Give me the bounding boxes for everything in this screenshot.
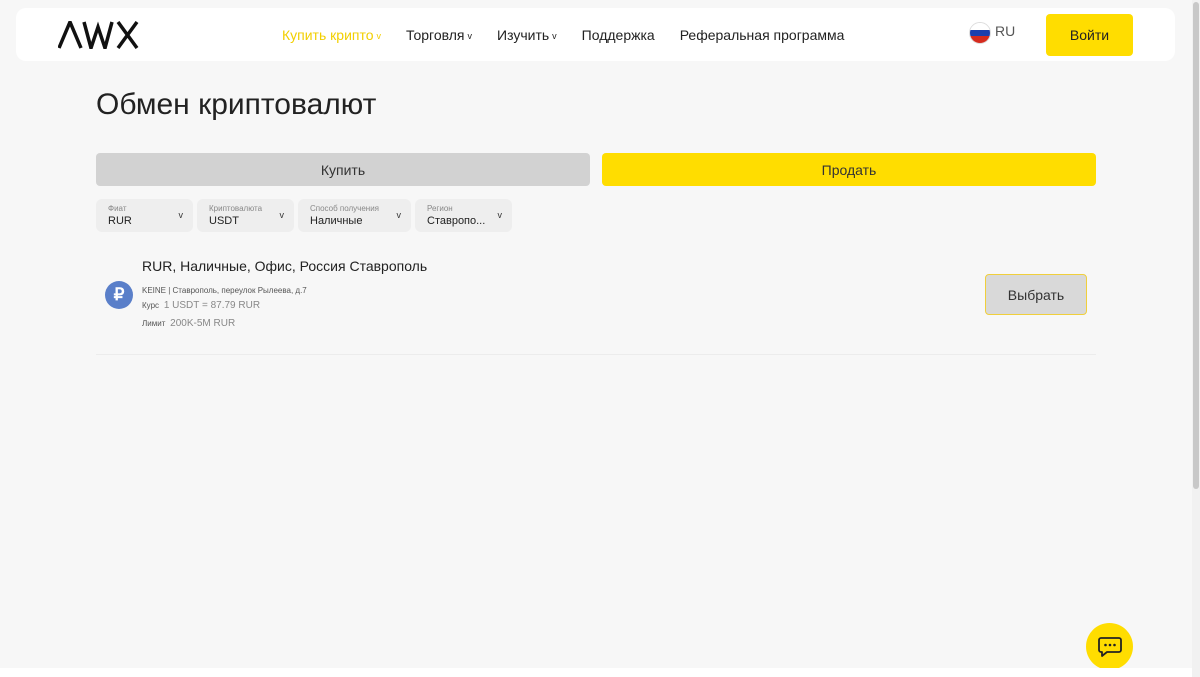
chevron-down-icon: v — [279, 210, 285, 220]
filter-value: Ставропо... — [427, 215, 486, 227]
filter-label: Криптовалюта — [209, 204, 263, 213]
payment-method-filter[interactable]: Способ получения Наличные v — [298, 199, 411, 232]
nav-item-label: Реферальная программа — [679, 26, 845, 43]
language-code: RU — [995, 23, 1016, 39]
offer-rate-value: 1 USDT = 87.79 RUR — [163, 300, 261, 311]
chevron-down-icon: v — [178, 210, 184, 220]
chevron-down-icon: v — [467, 30, 473, 41]
crypto-filter[interactable]: Криптовалюта USDT v — [197, 199, 294, 232]
offer-limit-label: Лимит — [142, 319, 166, 328]
filter-value: RUR — [108, 215, 132, 227]
offer-rate-label: Курс — [142, 301, 160, 310]
offer-limit: Лимит 200K-5M RUR — [142, 318, 235, 329]
divider — [96, 354, 1096, 355]
page-title: Обмен криптовалют — [96, 88, 377, 121]
scrollbar-thumb[interactable] — [1193, 2, 1199, 489]
filter-label: Способ получения — [310, 204, 380, 213]
region-filter[interactable]: Регион Ставропо... v — [415, 199, 512, 232]
nav-item-label: Купить крипто — [282, 26, 374, 43]
main-nav: Купить крипто v Торговля v Изучить v Под… — [282, 8, 869, 61]
top-header: Купить крипто v Торговля v Изучить v Под… — [16, 8, 1175, 61]
filter-value: Наличные — [310, 215, 363, 227]
nav-item-learn[interactable]: Изучить v — [497, 27, 557, 43]
language-selector[interactable]: RU — [969, 22, 1015, 44]
offer-address: KEINE | Ставрополь, переулок Рылеева, д.… — [142, 286, 307, 295]
filter-label: Фиат — [108, 204, 127, 213]
chat-button[interactable] — [1086, 623, 1133, 670]
offer-rate: Курс 1 USDT = 87.79 RUR — [142, 300, 260, 311]
filter-value: USDT — [209, 215, 239, 227]
offer-title: RUR, Наличные, Офис, Россия Ставрополь — [142, 258, 428, 274]
chevron-down-icon: v — [376, 30, 382, 41]
chevron-down-icon: v — [497, 210, 503, 220]
nav-item-support[interactable]: Поддержка — [582, 27, 655, 43]
nav-item-trading[interactable]: Торговля v — [406, 27, 472, 43]
nav-item-label: Изучить — [497, 26, 550, 43]
login-button[interactable]: Войти — [1046, 14, 1133, 56]
fiat-filter[interactable]: Фиат RUR v — [96, 199, 193, 232]
russia-flag-icon — [969, 22, 991, 44]
chevron-down-icon: v — [396, 210, 402, 220]
nav-item-label: Торговля — [406, 26, 465, 43]
bottom-edge — [0, 668, 1192, 677]
filter-label: Регион — [427, 204, 453, 213]
ruble-icon: ₽ — [105, 281, 133, 309]
nav-item-label: Поддержка — [581, 26, 655, 43]
select-offer-button[interactable]: Выбрать — [985, 274, 1087, 315]
tab-sell[interactable]: Продать — [602, 153, 1096, 186]
offer-limit-value: 200K-5M RUR — [170, 318, 236, 329]
chat-icon — [1097, 636, 1122, 657]
awx-logo[interactable] — [58, 21, 156, 49]
nav-item-buy-crypto[interactable]: Купить крипто v — [282, 27, 381, 43]
nav-item-referral[interactable]: Реферальная программа — [680, 27, 845, 43]
chevron-down-icon: v — [552, 30, 557, 41]
tab-buy[interactable]: Купить — [96, 153, 590, 186]
